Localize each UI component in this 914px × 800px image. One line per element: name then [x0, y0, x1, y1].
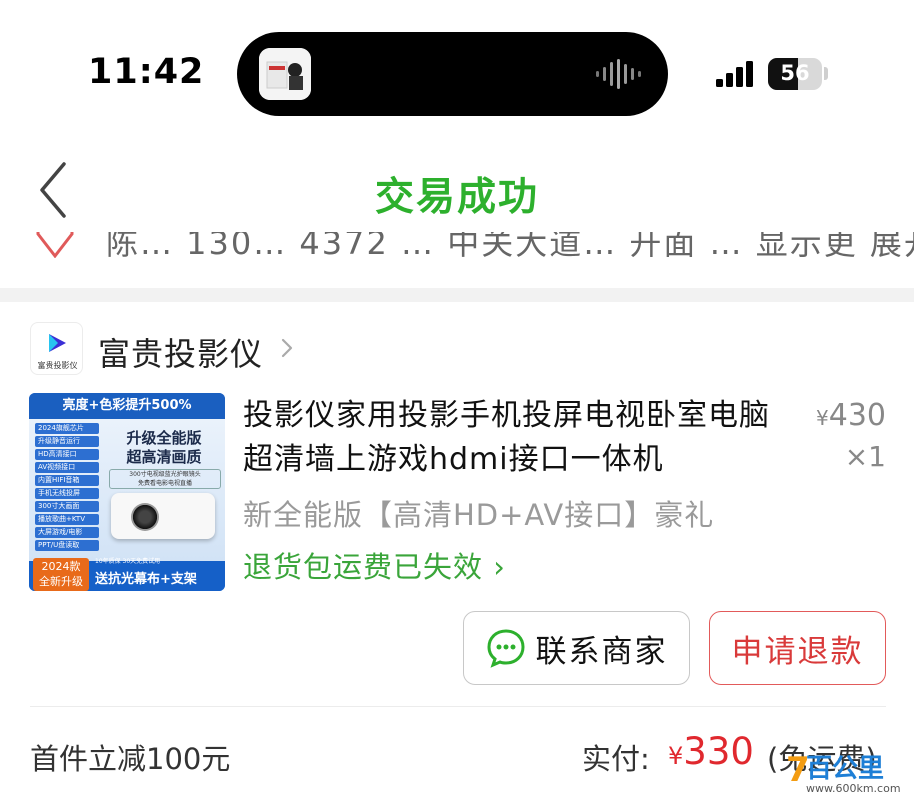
product-image-year-badge: 2024款 全新升级	[33, 558, 89, 591]
page-title: 交易成功	[374, 175, 539, 220]
product-image-tag: PPT/U盘读取	[35, 540, 99, 551]
request-refund-label: 申请退款	[731, 633, 864, 670]
cellular-signal-icon	[716, 61, 753, 87]
product-image-tags: 2024旗舰芯片 升级静音运行 HD高清接口 AV视频接口 内置HIFI音箱 手机无线投屏…	[35, 423, 99, 553]
dynamic-island[interactable]	[237, 32, 668, 116]
request-refund-button[interactable]: 申请退款	[709, 611, 886, 685]
product-title[interactable]: 投影仪家用投影手机投屏电视卧室电脑超清墙上游戏hdmi接口一体机	[243, 394, 783, 482]
play-logo-icon	[49, 334, 66, 352]
product-image-tag: 手机无线投屏	[35, 488, 99, 499]
product-image-gift: 送抗光幕布+支架	[95, 572, 197, 587]
product-image-tag: 内置HIFI音箱	[35, 475, 99, 486]
divider	[30, 706, 886, 707]
product-image-subtext: 300寸电视级蓝光护眼镜头 免费看电影电视直播	[109, 469, 221, 489]
product-image-tag: 升级静音运行	[35, 436, 99, 447]
chevron-right-icon[interactable]	[280, 337, 294, 359]
product-image-tag: AV视频接口	[35, 462, 99, 473]
return-shipping-notice[interactable]: 退货包运费已失效 ›	[243, 544, 506, 586]
product-image-banner: 亮度+色彩提升500%	[29, 393, 225, 419]
shop-name[interactable]: 富贵投影仪	[98, 329, 263, 375]
product-price: ¥430	[816, 398, 886, 433]
status-time: 11:42	[88, 52, 205, 92]
projector-icon	[111, 493, 215, 539]
section-divider	[0, 288, 914, 302]
chevron-right-icon: ›	[493, 550, 506, 584]
product-image-tag: 播放歌曲+KTV	[35, 514, 99, 525]
address-row-clipped[interactable]: 陈… 130… 4372 … 中关大道… 开面 … 显示更 展开	[0, 232, 914, 272]
shop-logo-text: 富贵投影仪	[37, 361, 78, 370]
chat-bubble-icon	[486, 629, 525, 668]
contact-seller-label: 联系商家	[535, 633, 668, 670]
product-image-tag: 300寸大画面	[35, 501, 99, 512]
now-playing-thumbnail-icon[interactable]	[259, 48, 311, 100]
paid-amount: ¥330	[668, 730, 754, 773]
product-image-warranty: 10年质保 30天免费试用	[95, 558, 161, 565]
contact-seller-button[interactable]: 联系商家	[463, 611, 690, 685]
watermark-name: 百公里	[806, 754, 885, 784]
product-quantity: ×1	[844, 440, 886, 473]
product-sku: 新全能版【高清HD+AV接口】豪礼	[243, 498, 715, 532]
discount-text: 首件立减100元	[30, 742, 231, 776]
battery-icon: 56	[768, 58, 822, 90]
battery-level: 56	[780, 61, 810, 85]
paid-label: 实付:	[582, 742, 650, 776]
product-image-tag: 2024旗舰芯片	[35, 423, 99, 434]
product-image-headline: 升级全能版 超高清画质	[126, 429, 202, 466]
audio-waveform-icon	[596, 59, 641, 89]
watermark-url: www.600km.com	[806, 782, 901, 795]
watermark-logo: 7 百公里 www.600km.com	[786, 746, 914, 800]
location-shield-icon	[36, 232, 74, 258]
address-text: 陈… 130… 4372 … 中关大道… 开面 … 显示更 展开	[106, 232, 914, 262]
shop-logo[interactable]: 富贵投影仪	[30, 322, 83, 375]
battery-nub	[824, 67, 828, 80]
product-image-tag: HD高清接口	[35, 449, 99, 460]
product-image-tag: 大屏游戏/电影	[35, 527, 99, 538]
product-image[interactable]: 亮度+色彩提升500% 2024旗舰芯片 升级静音运行 HD高清接口 AV视频接口 内置…	[29, 393, 225, 591]
